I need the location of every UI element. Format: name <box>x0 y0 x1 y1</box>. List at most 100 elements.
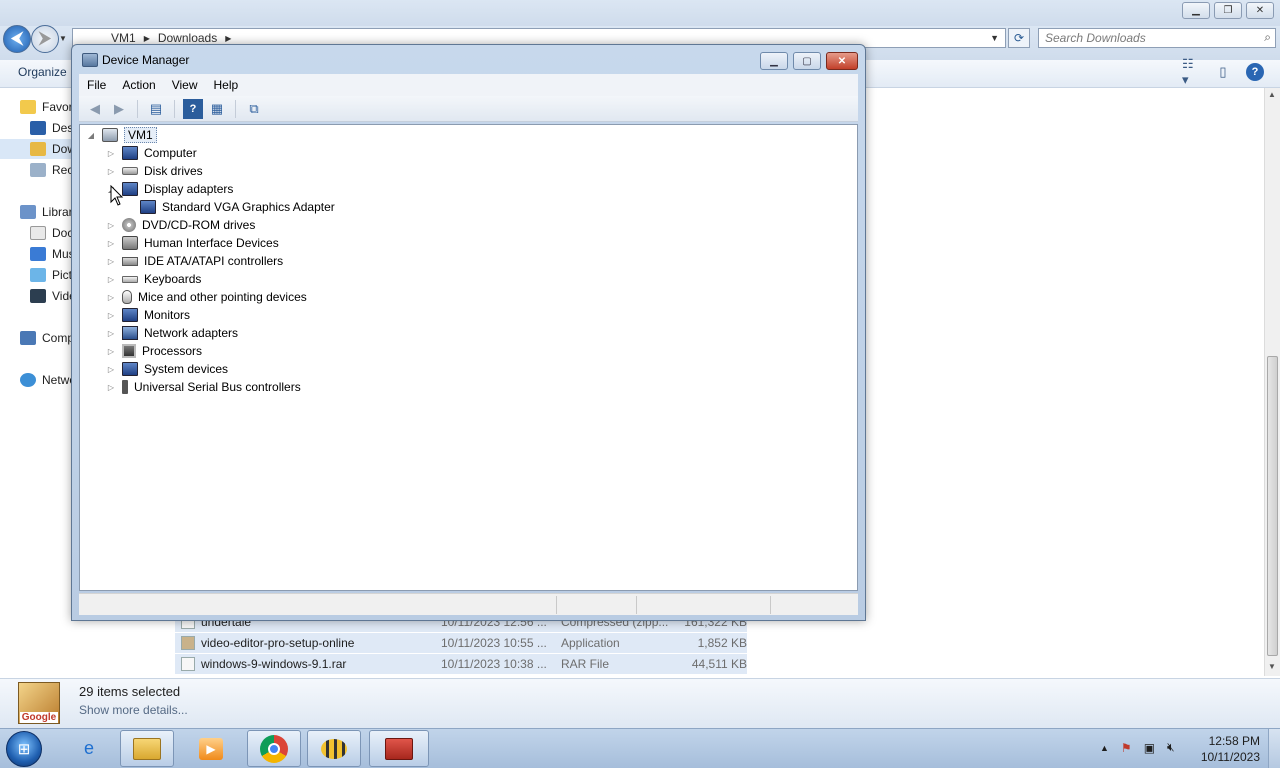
tree-node[interactable]: ▷ Mice and other pointing devices <box>106 288 307 306</box>
recent-pages-dropdown-icon[interactable]: ▼ <box>59 34 67 43</box>
expand-icon[interactable]: ▷ <box>106 311 116 320</box>
volume-muted-icon[interactable]: 🔇︎ <box>1167 740 1175 755</box>
close-button[interactable]: ✕ <box>826 52 858 70</box>
windows-logo-icon: ⊞ <box>17 741 31 758</box>
minimize-button[interactable]: ▁ <box>760 52 788 70</box>
nav-desktop[interactable]: Desktop <box>30 118 72 138</box>
show-more-details-link[interactable]: Show more details... <box>79 703 188 717</box>
breadcrumb-vm1[interactable]: VM1 <box>111 31 136 45</box>
forward-button[interactable]: ⮞ <box>31 25 59 53</box>
breadcrumb-downloads[interactable]: Downloads <box>158 31 217 45</box>
properties-icon[interactable]: ▦ <box>207 99 227 119</box>
preview-pane-icon[interactable]: ▯ <box>1214 63 1232 81</box>
tree-node[interactable]: ◢Display adapters <box>106 180 233 198</box>
nav-computer[interactable]: Computer <box>20 328 72 348</box>
media-player-icon[interactable]: ▶ <box>184 730 238 767</box>
tree-node[interactable]: ▷ Disk drives <box>106 162 203 180</box>
selected-count: 29 items selected <box>79 684 181 699</box>
collapse-icon[interactable]: ◢ <box>86 131 96 140</box>
tree-node[interactable]: ▷ Human Interface Devices <box>106 234 279 252</box>
videos-icon <box>30 289 46 303</box>
help-topics-icon[interactable]: ? <box>183 98 203 119</box>
back-arrow-icon[interactable]: ◀ <box>85 99 105 119</box>
tree-node[interactable]: ▷ Monitors <box>106 306 190 324</box>
expand-icon[interactable]: ▷ <box>106 329 116 338</box>
nav-favorites[interactable]: Favorites <box>20 97 72 117</box>
file-row[interactable]: windows-9-windows-9.1.rar 10/11/2023 10:… <box>175 654 747 675</box>
system-tray: ▲ ⚑ ▣ 🔇︎ <box>1100 740 1175 755</box>
device-tree: ◢ VM1 ▷Computer▷Disk drives◢Display adap… <box>79 124 858 591</box>
menu-action[interactable]: Action <box>114 78 163 92</box>
downloads-folder-icon <box>30 142 46 156</box>
nav-network[interactable]: Network <box>20 370 72 390</box>
documents-icon <box>30 226 46 240</box>
tree-node[interactable]: ▷ IDE ATA/ATAPI controllers <box>106 252 283 270</box>
disk-device-icon <box>122 167 138 175</box>
expand-icon[interactable]: ▷ <box>106 167 116 176</box>
tree-node[interactable]: Standard VGA Graphics Adapter <box>124 198 335 216</box>
expand-icon[interactable]: ▷ <box>106 347 116 356</box>
details-pane <box>0 678 1280 728</box>
toolbox-app-icon[interactable] <box>369 730 429 767</box>
show-hide-console-tree-icon[interactable]: ▤ <box>146 99 166 119</box>
explorer-minimize-button[interactable]: ▁ <box>1182 2 1210 19</box>
help-icon[interactable]: ? <box>1246 63 1264 81</box>
file-row[interactable]: video-editor-pro-setup-online 10/11/2023… <box>175 633 747 654</box>
expand-icon[interactable]: ▷ <box>106 257 116 266</box>
bee-app-icon[interactable] <box>307 730 361 767</box>
menu-file[interactable]: File <box>79 78 114 92</box>
refresh-button[interactable]: ⟳ <box>1008 28 1030 48</box>
scrollbar-thumb[interactable] <box>1267 356 1278 656</box>
start-button[interactable]: ⊞ <box>6 731 42 767</box>
maximize-button[interactable]: ▢ <box>793 52 821 70</box>
tree-node[interactable]: ▷ Computer <box>106 144 197 162</box>
organize-button[interactable]: Organize <box>18 65 67 79</box>
expand-icon[interactable]: ▷ <box>106 365 116 374</box>
forward-arrow-icon[interactable]: ▶ <box>109 99 129 119</box>
expand-icon[interactable]: ▷ <box>106 239 116 248</box>
back-button[interactable]: ⮜ <box>3 25 31 53</box>
tree-node[interactable]: ▷ Universal Serial Bus controllers <box>106 378 301 396</box>
tree-root-vm1[interactable]: ◢ VM1 <box>86 126 157 144</box>
window-title: Device Manager <box>102 53 190 67</box>
explorer-close-button[interactable]: ✕ <box>1246 2 1274 19</box>
internet-explorer-icon[interactable]: e <box>62 730 116 767</box>
action-center-flag-icon[interactable]: ⚑ <box>1121 741 1132 755</box>
vertical-scrollbar[interactable]: ▲ ▼ <box>1264 88 1280 676</box>
show-hidden-icons-icon[interactable]: ▲ <box>1100 743 1109 753</box>
scroll-down-icon[interactable]: ▼ <box>1268 662 1276 671</box>
menu-view[interactable]: View <box>164 78 206 92</box>
explorer-restore-button[interactable]: ❐ <box>1214 2 1242 19</box>
tree-node[interactable]: ▷ System devices <box>106 360 228 378</box>
expand-icon[interactable]: ▷ <box>106 221 116 230</box>
expand-icon[interactable]: ▷ <box>106 293 116 302</box>
nav-videos[interactable]: Videos <box>30 286 72 306</box>
nav-documents[interactable]: Documents <box>30 223 72 243</box>
nav-libraries[interactable]: Libraries <box>20 202 72 222</box>
tree-node[interactable]: ▷ Keyboards <box>106 270 201 288</box>
address-dropdown-icon[interactable]: ▼ <box>990 33 999 43</box>
change-view-icon[interactable]: ☷ ▾ <box>1182 56 1200 87</box>
search-input[interactable]: Search Downloads ⌕ <box>1038 28 1276 48</box>
scroll-up-icon[interactable]: ▲ <box>1268 90 1276 99</box>
tree-node[interactable]: ▷ DVD/CD-ROM drives <box>106 216 255 234</box>
nav-recent-places[interactable]: Recent Places <box>30 160 72 180</box>
tree-node[interactable]: ▷ Processors <box>106 342 202 360</box>
network-tray-icon[interactable]: ▣ <box>1144 741 1155 755</box>
status-divider <box>636 596 637 614</box>
expand-icon[interactable]: ▷ <box>106 383 116 392</box>
expand-icon[interactable]: ▷ <box>106 149 116 158</box>
search-icon[interactable]: ⌕ <box>1264 30 1271 45</box>
clock[interactable]: 12:58 PM 10/11/2023 <box>1196 733 1260 765</box>
file-explorer-icon[interactable] <box>120 730 174 767</box>
tree-node[interactable]: ▷ Network adapters <box>106 324 238 342</box>
show-desktop-button[interactable] <box>1268 729 1280 768</box>
breadcrumb-chevron-icon: ▶ <box>225 33 232 43</box>
scan-hardware-changes-icon[interactable]: ⧉ <box>244 99 264 119</box>
menu-help[interactable]: Help <box>206 78 247 92</box>
expand-icon[interactable]: ▷ <box>106 275 116 284</box>
nav-pictures[interactable]: Pictures <box>30 265 72 285</box>
chrome-icon[interactable] <box>247 730 301 767</box>
nav-downloads[interactable]: Downloads <box>0 139 72 159</box>
nav-music[interactable]: Music <box>30 244 72 264</box>
